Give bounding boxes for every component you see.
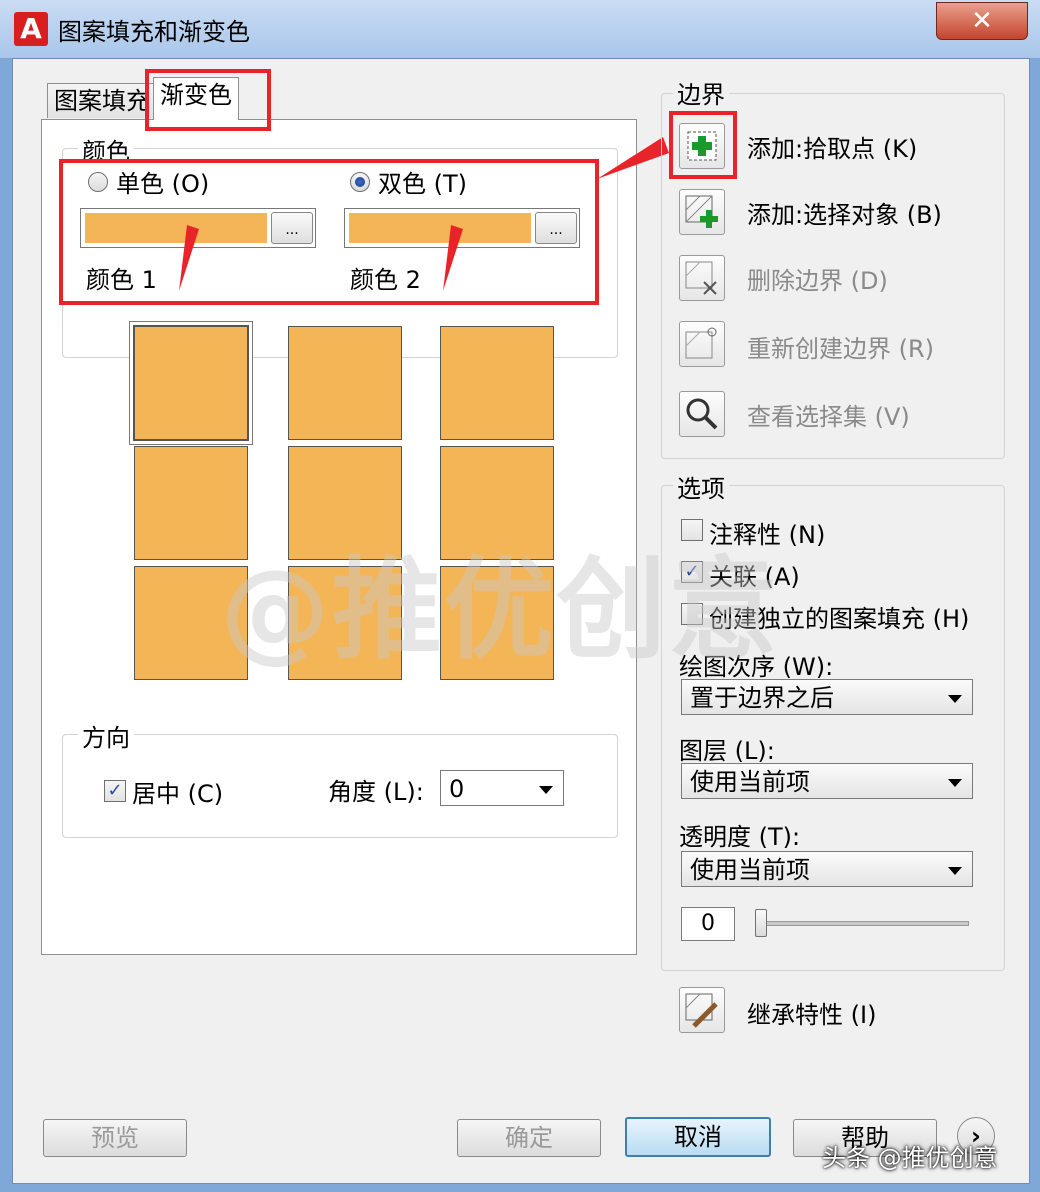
credit-text: 头条 @推优创意 <box>822 1144 998 1172</box>
watermark-text: @推优创意 <box>220 546 780 674</box>
transparency-number-input[interactable]: 0 <box>681 907 735 941</box>
close-button[interactable]: ✕ <box>936 2 1028 40</box>
chevron-down-icon <box>948 867 962 875</box>
highlight-pick-point <box>669 111 737 179</box>
tab-gradient[interactable]: 渐变色 <box>153 77 239 120</box>
arrow-right-icon <box>597 137 669 179</box>
remove-boundary-label: 删除边界 (D) <box>747 267 888 295</box>
recreate-boundary-icon <box>685 327 717 359</box>
options-group-legend: 选项 <box>673 469 729 504</box>
inherit-properties-label: 继承特性 (I) <box>747 1001 877 1029</box>
remove-boundary-button[interactable] <box>679 255 725 301</box>
select-objects-label: 添加:选择对象 (B) <box>747 201 942 229</box>
layer-select[interactable]: 使用当前项 <box>681 763 973 799</box>
select-objects-icon <box>685 195 718 228</box>
recreate-boundary-button[interactable] <box>679 321 725 367</box>
draw-order-value: 置于边界之后 <box>690 684 834 712</box>
transparency-slider-track[interactable] <box>757 921 969 926</box>
magnifier-icon <box>686 398 718 430</box>
chevron-down-icon <box>948 695 962 703</box>
autocad-logo-icon: A <box>14 12 48 46</box>
layer-value: 使用当前项 <box>690 768 810 796</box>
remove-boundary-icon <box>685 261 717 295</box>
transparency-label: 透明度 (T): <box>679 823 801 851</box>
recreate-boundary-label: 重新创建边界 (R) <box>747 335 935 363</box>
preview-button[interactable]: 预览 <box>43 1119 187 1157</box>
title-bar[interactable]: A 图案填充和渐变色 ✕ <box>0 0 1040 58</box>
transparency-value: 使用当前项 <box>690 856 810 884</box>
draw-order-select[interactable]: 置于边界之后 <box>681 679 973 715</box>
inherit-properties-icon <box>685 993 718 1028</box>
layer-label: 图层 (L): <box>679 737 775 765</box>
ok-button[interactable]: 确定 <box>457 1119 601 1157</box>
dialog-window: A 图案填充和渐变色 ✕ 图案填充 渐变色 颜色 单色 (O) 双色 (T) .… <box>0 0 1040 1192</box>
chevron-down-icon <box>948 779 962 787</box>
transparency-slider-thumb[interactable] <box>755 909 767 937</box>
cancel-button[interactable]: 取消 <box>625 1117 771 1157</box>
view-selection-label: 查看选择集 (V) <box>747 403 910 431</box>
inherit-properties-button[interactable] <box>679 987 725 1033</box>
view-selection-button[interactable] <box>679 391 725 437</box>
boundary-group-legend: 边界 <box>673 75 729 110</box>
select-objects-button[interactable] <box>679 189 725 235</box>
window-title: 图案填充和渐变色 <box>58 18 250 46</box>
pick-point-label: 添加:拾取点 (K) <box>747 135 918 163</box>
arrow-up-icon <box>179 225 199 291</box>
arrow-up-icon <box>443 225 463 291</box>
transparency-select[interactable]: 使用当前项 <box>681 851 973 887</box>
